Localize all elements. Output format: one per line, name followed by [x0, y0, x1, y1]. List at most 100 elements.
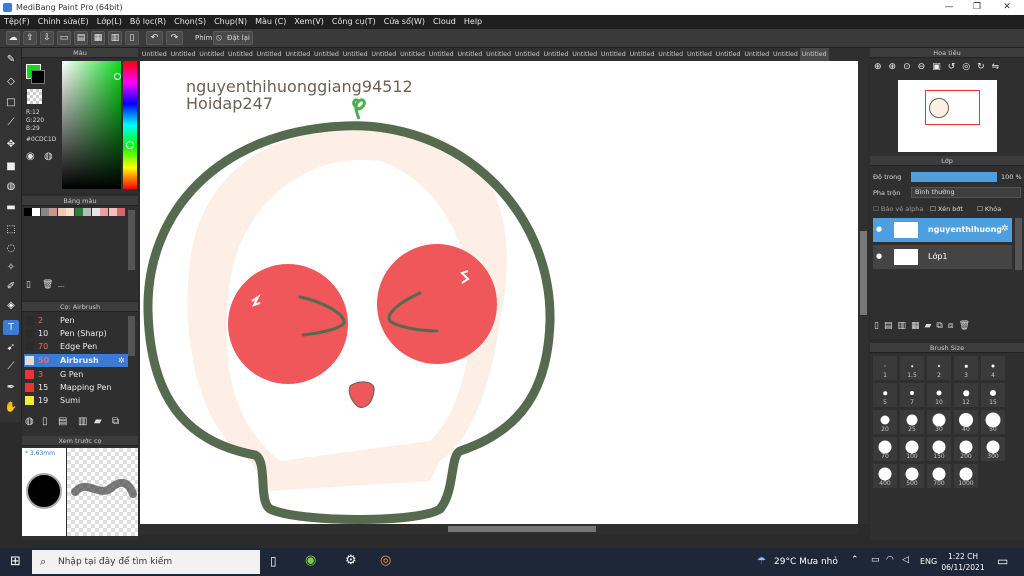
brush-item-selected[interactable]: 50 Airbrush ✲	[24, 354, 128, 367]
new-layer-icon[interactable]: ▯	[874, 321, 884, 331]
document-tab[interactable]: Untitled	[140, 48, 169, 61]
new-palette-icon[interactable]: ▯	[26, 280, 31, 290]
add-layer-menu-icon[interactable]: ▦	[911, 321, 925, 331]
eyedropper-icon[interactable]: ✒	[3, 380, 19, 395]
brush-size-button[interactable]: 1	[873, 356, 897, 380]
app-icon-green[interactable]: ◉	[305, 553, 316, 568]
hand-tool-icon[interactable]: ✋	[3, 400, 19, 415]
export-icon[interactable]: ⇩	[40, 31, 54, 45]
gradient-tool-icon[interactable]: ▬	[3, 200, 19, 215]
menu-help[interactable]: Help	[460, 15, 486, 28]
zoom-out-icon[interactable]: ⊖	[918, 62, 933, 72]
brush-size-button[interactable]: 20	[873, 410, 897, 434]
brush-item[interactable]: 19 Sumi	[24, 394, 128, 407]
swatch[interactable]	[41, 208, 49, 216]
operation-tool-icon[interactable]: ➹	[3, 340, 19, 355]
horizontal-scrollbar[interactable]	[140, 524, 858, 534]
layer-item[interactable]: ● Lớp1	[873, 245, 1012, 269]
brush-item[interactable]: 2 Pen	[24, 314, 128, 327]
brush-size-button[interactable]: 12	[954, 383, 978, 407]
picker-cursor[interactable]	[114, 73, 121, 80]
document-tab[interactable]: Untitled	[283, 48, 312, 61]
flip-icon[interactable]: ⇋	[992, 62, 1007, 72]
palette-menu[interactable]: ---	[58, 283, 65, 290]
duplicate-icon[interactable]: ⧉	[112, 416, 119, 427]
menu-file[interactable]: Tệp(F)	[0, 15, 34, 28]
menu-color[interactable]: Màu (C)	[251, 15, 290, 28]
vertical-scroll-thumb[interactable]	[860, 231, 867, 315]
opacity-slider[interactable]	[911, 172, 997, 182]
weather-text[interactable]: 29°C Mưa nhỏ	[774, 557, 838, 567]
document-tab[interactable]: Untitled	[398, 48, 427, 61]
settings-icon[interactable]: ⚙	[345, 553, 357, 568]
menu-window[interactable]: Cửa sổ(W)	[380, 15, 429, 28]
brush-size-button[interactable]: 100	[900, 437, 924, 461]
chevron-up-icon[interactable]: ⌃	[851, 555, 859, 565]
layer-scrollbar[interactable]	[1015, 218, 1022, 270]
menu-layer[interactable]: Lớp(L)	[93, 15, 126, 28]
document-tab[interactable]: Untitled	[169, 48, 198, 61]
brush-size-button[interactable]: 10	[927, 383, 951, 407]
text-tool-icon[interactable]: T	[3, 320, 19, 335]
document-tab[interactable]: Untitled	[312, 48, 341, 61]
zoom-fit-icon[interactable]: ⊕	[874, 62, 889, 72]
swatch[interactable]	[49, 208, 57, 216]
menu-cloud[interactable]: Cloud	[429, 15, 460, 28]
select-pen-icon[interactable]: ✐	[3, 279, 19, 294]
lasso-tool-icon[interactable]: ◌	[3, 241, 19, 256]
hue-slider[interactable]	[123, 61, 137, 189]
brush-size-button[interactable]: 200	[954, 437, 978, 461]
brush-menu-icon[interactable]: ▤	[58, 416, 67, 427]
brush-size-button[interactable]: 1.5	[900, 356, 924, 380]
swatch[interactable]	[109, 208, 117, 216]
select-eraser-icon[interactable]: ◈	[3, 298, 19, 313]
notification-icon[interactable]: ▭	[997, 554, 1008, 568]
brush-item[interactable]: 3 G Pen	[24, 368, 128, 381]
swatch[interactable]	[83, 208, 91, 216]
bucket-tool-icon[interactable]: ◍	[3, 179, 19, 194]
brush-size-button[interactable]: 15	[981, 383, 1005, 407]
divide-tool-icon[interactable]: ⟋	[3, 359, 19, 374]
swatch-scrollbar[interactable]	[128, 210, 135, 270]
layer-folder-icon[interactable]: ▰	[925, 321, 937, 331]
swatch[interactable]	[100, 208, 108, 216]
alpha-lock-checkbox[interactable]: ☐ Bảo vệ alpha	[873, 205, 923, 213]
brush-size-button[interactable]: 70	[873, 437, 897, 461]
rect-tool-icon[interactable]: □	[3, 95, 19, 110]
page-icon[interactable]: ▯	[125, 31, 139, 45]
brush-size-button[interactable]: 50	[981, 410, 1005, 434]
brush-size-button[interactable]: 300	[981, 437, 1005, 461]
brush-scrollbar[interactable]	[128, 316, 135, 356]
visibility-icon[interactable]: ●	[876, 225, 882, 233]
brush-size-button[interactable]: 1000	[954, 464, 978, 488]
taskbar-search[interactable]: ⌕ Nhập tại đây để tìm kiếm	[32, 550, 260, 574]
cloud-icon[interactable]: ☁	[6, 31, 20, 45]
menu-tools[interactable]: Công cụ(T)	[328, 15, 380, 28]
eraser-tool-icon[interactable]: ◇	[3, 74, 19, 89]
visibility-icon[interactable]: ●	[876, 252, 882, 260]
zoom-actual-icon[interactable]: ⊙	[903, 62, 918, 72]
reset-view-icon[interactable]: ◎	[962, 62, 977, 72]
menu-snap[interactable]: Chụp(N)	[210, 15, 251, 28]
document-tab[interactable]: Untitled	[599, 48, 628, 61]
blend-select[interactable]: Bình thường	[911, 187, 1021, 198]
new-halftone-layer-icon[interactable]: ▤	[884, 321, 898, 331]
swatch[interactable]	[58, 208, 66, 216]
document-tab[interactable]: Untitled	[799, 48, 829, 61]
transparent-color[interactable]	[27, 89, 42, 104]
swatch[interactable]	[32, 208, 40, 216]
task-view-icon[interactable]: ▯	[270, 554, 277, 568]
menu-view[interactable]: Xem(V)	[290, 15, 328, 28]
brush-item[interactable]: 15 Mapping Pen	[24, 381, 128, 394]
minimize-button[interactable]: —	[934, 0, 964, 15]
clock[interactable]: 1:22 CH 06/11/2021	[938, 551, 988, 573]
document-tab[interactable]: Untitled	[685, 48, 714, 61]
grid-icon[interactable]: ▦	[91, 31, 105, 45]
wifi-icon[interactable]: ◠	[886, 555, 894, 565]
brush-size-button[interactable]: 2	[927, 356, 951, 380]
document-tab[interactable]: Untitled	[656, 48, 685, 61]
document-tab[interactable]: Untitled	[226, 48, 255, 61]
folder-icon[interactable]: ▰	[94, 416, 102, 427]
comment-icon[interactable]: ▭	[57, 31, 71, 45]
document-tab[interactable]: Untitled	[628, 48, 657, 61]
